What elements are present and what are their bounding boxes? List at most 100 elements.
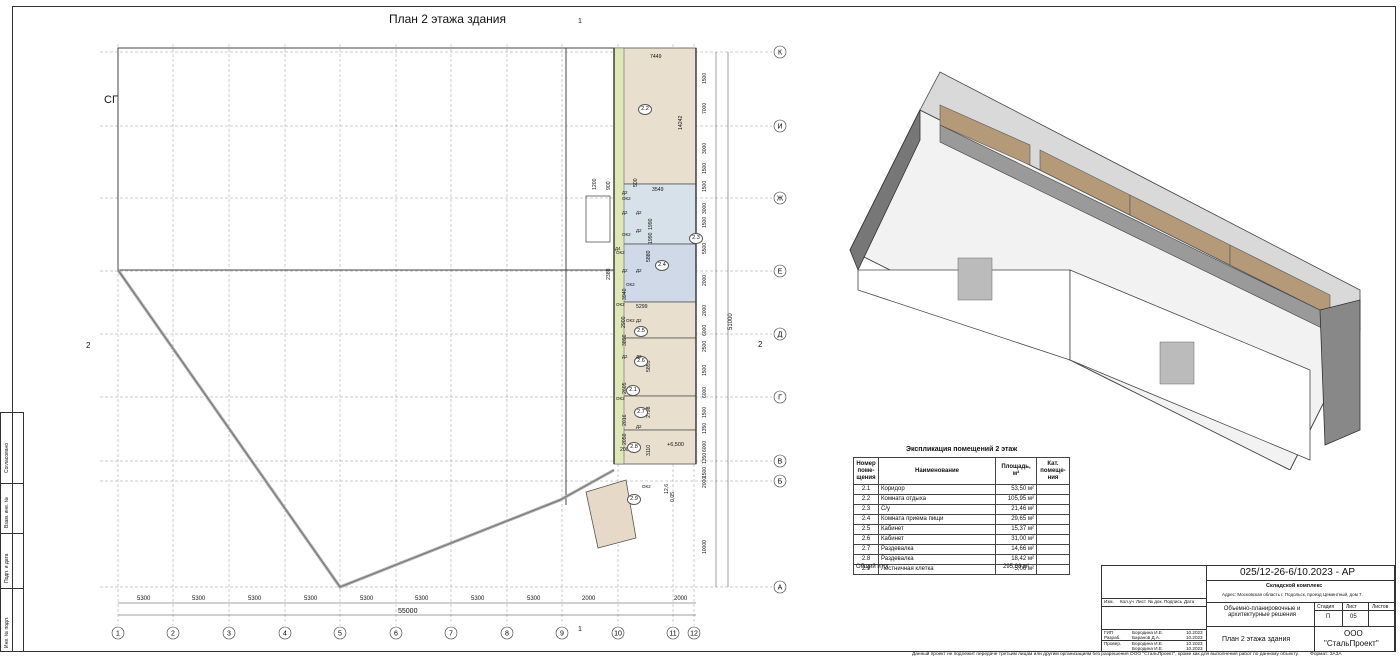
axis-bubble-y-7: Б xyxy=(773,474,787,488)
explication-row: 2.6 Кабинет 31,00 м² xyxy=(853,534,1070,545)
title-block: 025/12-26-6/10.2023 - АР Складской компл… xyxy=(1101,565,1395,652)
axis-bubble-x-9: 9 xyxy=(555,626,569,640)
explication-cell-area: 53,50 м² xyxy=(995,484,1037,495)
room-dim-15: 2380 xyxy=(606,268,612,280)
right-dim-5: 3000 xyxy=(702,202,708,214)
door-tag-1: Д2 xyxy=(622,210,628,215)
axis-bubble-x-10: 10 xyxy=(611,626,625,640)
door-tag-6: Д2 xyxy=(636,318,642,323)
explication-row: 2.4 Комната приема пищи 29,65 м² xyxy=(853,514,1070,525)
door-tag-12: ОК2 xyxy=(622,232,631,237)
stage-header-0: Стадия xyxy=(1317,604,1335,610)
right-dim-10: 6000 xyxy=(702,324,708,336)
room-dim-22: 0,05 xyxy=(670,491,676,502)
bottom-dim-6: 5300 xyxy=(471,596,485,602)
svg-text:6: 6 xyxy=(394,631,398,638)
axis-bubble-x-5: 5 xyxy=(333,626,347,640)
tb-col-header: Лист xyxy=(1136,599,1146,604)
svg-text:7: 7 xyxy=(449,631,453,638)
axis-bubble-x-3: 3 xyxy=(222,626,236,640)
slanted-wall xyxy=(116,269,615,589)
bottom-dim-9: 2000 xyxy=(674,596,688,602)
company-line2: "СтальПроект" xyxy=(1324,639,1379,648)
explication-cell-area: 15,37 м² xyxy=(995,524,1037,535)
explication-cell-area: 29,65 м² xyxy=(995,514,1037,525)
explication-cell-name: Кабинет xyxy=(878,524,996,535)
bottom-dim-7: 5300 xyxy=(527,596,541,602)
door-tag-16: ОК2 xyxy=(626,318,635,323)
section-mark-top: 1 xyxy=(578,18,582,25)
svg-text:Г: Г xyxy=(778,395,782,402)
door-tag-0: Д2 xyxy=(622,190,628,195)
tb-col-header: Кол.уч xyxy=(1120,599,1134,604)
door-tag-15: ОК2 xyxy=(616,302,625,307)
svg-text:3: 3 xyxy=(227,631,231,638)
explication-header-cat: Кат. помеще-ния xyxy=(1036,457,1070,485)
tb-role-date: 10.2023 xyxy=(1186,630,1203,635)
right-dim-17: 1350 xyxy=(702,452,708,464)
bottom-dim-1: 5300 xyxy=(192,596,206,602)
axis-bubble-x-8: 8 xyxy=(500,626,514,640)
explication-cell-area: 21,46 м² xyxy=(995,504,1037,515)
explication-cell-name: Раздевалка xyxy=(878,544,996,555)
room-dim-3: 5880 xyxy=(646,250,652,262)
explication-cell-cat xyxy=(1036,554,1070,565)
bottom-dim-3: 5300 xyxy=(304,596,318,602)
room-tag-2.4: 2.4 xyxy=(655,260,669,271)
tb-role-date: 10.2023 xyxy=(1186,640,1203,646)
footer-note: Данный проект не подлежит передаче треть… xyxy=(912,652,1342,657)
explication-row: 2.7 Раздевалка 14,66 м² xyxy=(853,544,1070,555)
right-dim-13: 6000 xyxy=(702,386,708,398)
right-dim-12: 1500 xyxy=(702,364,708,376)
room-dim-4: 5299 xyxy=(636,304,648,310)
axis-bubble-y-2: Ж xyxy=(773,191,787,205)
explication-row: 2.3 С/у 21,46 м² xyxy=(853,504,1070,515)
footer-format: Формат: 3А3А xyxy=(1310,652,1342,657)
explication-cell-num: 2.4 xyxy=(853,514,879,525)
section-mark-bottom: 1 xyxy=(578,626,582,633)
explication-cell-cat xyxy=(1036,524,1070,535)
axis-bubble-y-0: К xyxy=(773,45,787,59)
axis-bubble-x-7: 7 xyxy=(444,626,458,640)
room-dim-18: 500 xyxy=(633,178,639,187)
door-tag-11: ОК2 xyxy=(622,196,631,201)
explication-cell-num: 2.1 xyxy=(853,484,879,495)
axis-bubble-x-11: 11 xyxy=(666,626,680,640)
axis-bubble-x-6: 6 xyxy=(389,626,403,640)
room-tag-2.9: 2.9 xyxy=(627,494,641,505)
axis-bubble-y-6: В xyxy=(773,454,787,468)
door-tag-7: Д2 xyxy=(622,354,628,359)
room-dim-20: 1990 xyxy=(648,232,654,244)
axis-bubble-x-4: 4 xyxy=(278,626,292,640)
tb-col-header: Подпись xyxy=(1164,599,1183,604)
stage-value-0: П xyxy=(1326,614,1331,620)
door-tag-5: Д2 xyxy=(636,268,642,273)
tb-role-name: Бородина И.Е. xyxy=(1132,645,1164,651)
tb-col-header: Изм. xyxy=(1104,599,1114,604)
explication-header-name: Наименование xyxy=(878,457,996,485)
plan-stamp-label: СГ xyxy=(104,94,118,106)
right-dim-16: 6000 xyxy=(702,440,708,452)
right-dim-3: 1500 xyxy=(702,162,708,174)
axis-bubble-y-1: И xyxy=(773,119,787,133)
door-tag-17: ОК2 xyxy=(616,396,625,401)
explication-header-area: Площадь, м² xyxy=(995,457,1037,485)
bottom-dim-2: 5300 xyxy=(248,596,262,602)
svg-text:12: 12 xyxy=(690,631,698,638)
explication-cell-cat xyxy=(1036,514,1070,525)
room-dim-0: 7449 xyxy=(650,54,662,60)
stair-2-9 xyxy=(585,479,637,549)
explication-cell-cat xyxy=(1036,494,1070,505)
svg-text:Ж: Ж xyxy=(777,196,784,203)
tb-role-date: 10.2023 xyxy=(1186,645,1203,651)
right-dim-11: 2500 xyxy=(702,340,708,352)
svg-text:2: 2 xyxy=(171,631,175,638)
room-2-1-corridor xyxy=(613,47,625,465)
right-dim-4: 1500 xyxy=(702,180,708,192)
title-block-address: Адрес: Московская область г. Подольск, п… xyxy=(1222,592,1363,597)
stair-north xyxy=(585,195,611,243)
explication-cell-cat xyxy=(1036,564,1070,575)
room-dim-1: 14242 xyxy=(678,115,684,130)
explication-cell-name: Раздевалка xyxy=(878,554,996,565)
explication-cell-name: Комната отдыха xyxy=(878,494,996,505)
